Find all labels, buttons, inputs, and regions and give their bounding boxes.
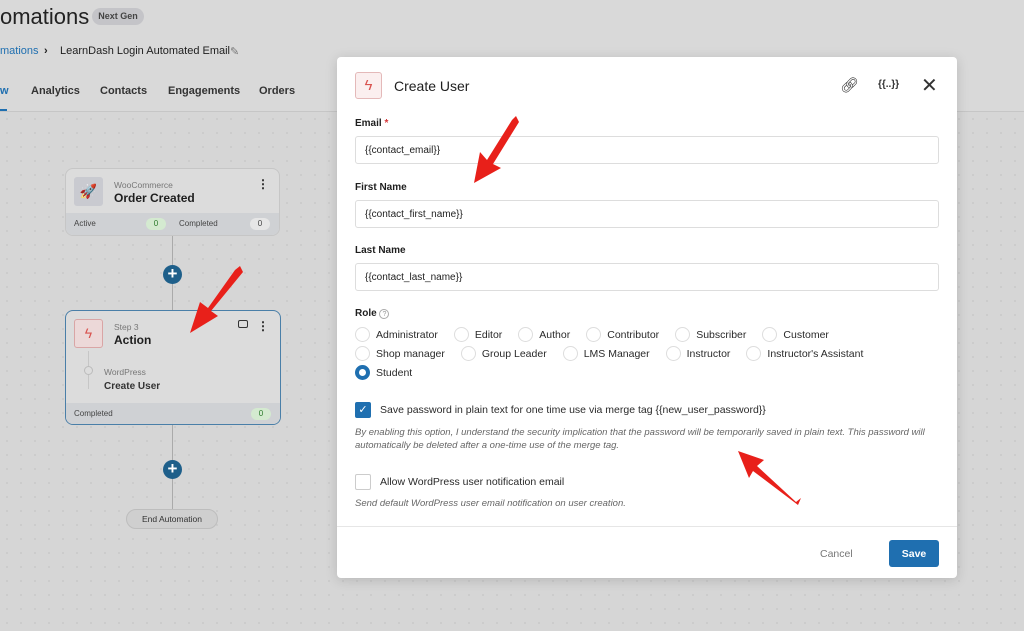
annotation-arrow [738, 451, 801, 505]
annotation-arrow [190, 266, 243, 333]
annotation-arrow [474, 116, 519, 183]
annotation-arrows [190, 116, 801, 505]
